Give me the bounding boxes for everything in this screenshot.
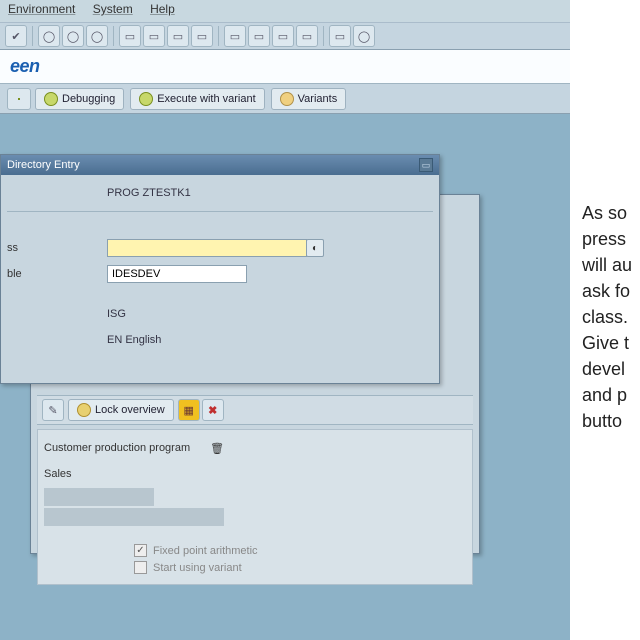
lock-icon [77, 403, 91, 417]
lock-overview-label: Lock overview [95, 404, 165, 416]
attr-header1: Customer production program [44, 442, 190, 454]
directory-entry-dialog: Directory Entry ▭ PROG ZTESTK1 ss ◐ ble [0, 154, 440, 384]
clock-icon [139, 92, 153, 106]
exit-icon[interactable]: ◯ [62, 25, 84, 47]
display-icon[interactable]: ▦ [178, 399, 200, 421]
devclass-input[interactable] [107, 239, 307, 257]
debugging-button[interactable]: Debugging [35, 88, 124, 110]
readonly-block-1 [44, 488, 154, 506]
execute-variant-label: Execute with variant [157, 93, 255, 105]
start-variant-checkbox[interactable] [134, 561, 147, 574]
work-area: ✎ Lock overview ▦ ✖ Customer production … [0, 114, 570, 632]
trash-icon[interactable]: 🗑 [210, 442, 224, 455]
menu-help[interactable]: Help [150, 2, 175, 16]
find-icon[interactable]: ▭ [143, 25, 165, 47]
readonly-block-2 [44, 508, 224, 526]
f4-help-icon[interactable]: ◐ [306, 239, 324, 257]
menu-environment[interactable]: Environment [8, 2, 75, 16]
fixed-point-label: Fixed point arithmetic [153, 545, 258, 557]
execute-icon[interactable] [7, 88, 31, 110]
attributes-toolbar: ✎ Lock overview ▦ ✖ [37, 395, 473, 425]
variants-icon [280, 92, 294, 106]
findnext-icon[interactable]: ▭ [167, 25, 189, 47]
cancel-icon[interactable]: ◯ [86, 25, 108, 47]
app-title: een [10, 56, 40, 76]
print-icon[interactable]: ▭ [119, 25, 141, 47]
dialog-titlebar: Directory Entry ▭ [1, 155, 439, 175]
responsible-label: ble [7, 268, 107, 280]
variants-button[interactable]: Variants [271, 88, 347, 110]
side-caption: As so press will au ask fo class. Give t… [582, 200, 640, 434]
app-title-area: een [0, 50, 570, 84]
menubar: Environment System Help [0, 0, 570, 22]
devclass-label: ss [7, 242, 107, 254]
lastpage-icon[interactable]: ▭ [272, 25, 294, 47]
system-value: ISG [107, 308, 126, 320]
variants-label: Variants [298, 93, 338, 105]
attributes-section: Customer production program 🗑 Sales ✓ Fi… [37, 429, 473, 585]
object-value: PROG ZTESTK1 [107, 187, 191, 199]
language-value: EN English [107, 334, 161, 346]
lock-overview-button[interactable]: Lock overview [68, 399, 174, 421]
newsession-icon[interactable]: ▭ [296, 25, 318, 47]
standard-toolbar: ✔ ◯ ◯ ◯ ▭ ▭ ▭ ▭ ▭ ▭ ▭ ▭ ▭ ◯ [0, 22, 570, 50]
check-icon[interactable]: ✎ [42, 399, 64, 421]
close-icon[interactable]: ▭ [419, 158, 433, 172]
back-icon[interactable]: ◯ [38, 25, 60, 47]
delete-icon[interactable]: ✖ [202, 399, 224, 421]
menu-system[interactable]: System [93, 2, 133, 16]
start-variant-row: Start using variant [44, 561, 466, 574]
save-icon[interactable]: ✔ [5, 25, 27, 47]
attr-header2: Sales [44, 468, 72, 480]
debugging-label: Debugging [62, 93, 115, 105]
application-toolbar: Debugging Execute with variant Variants [0, 84, 570, 114]
fixed-point-checkbox[interactable]: ✓ [134, 544, 147, 557]
dialog-title: Directory Entry [7, 159, 80, 171]
prev-icon[interactable]: ▭ [224, 25, 246, 47]
help-icon[interactable]: ◯ [353, 25, 375, 47]
next-icon[interactable]: ▭ [248, 25, 270, 47]
start-variant-label: Start using variant [153, 562, 242, 574]
fixed-point-row: ✓ Fixed point arithmetic [44, 544, 466, 557]
layout-icon[interactable]: ▭ [329, 25, 351, 47]
responsible-input[interactable] [107, 265, 247, 283]
firstpage-icon[interactable]: ▭ [191, 25, 213, 47]
bug-icon [44, 92, 58, 106]
execute-with-variant-button[interactable]: Execute with variant [130, 88, 264, 110]
